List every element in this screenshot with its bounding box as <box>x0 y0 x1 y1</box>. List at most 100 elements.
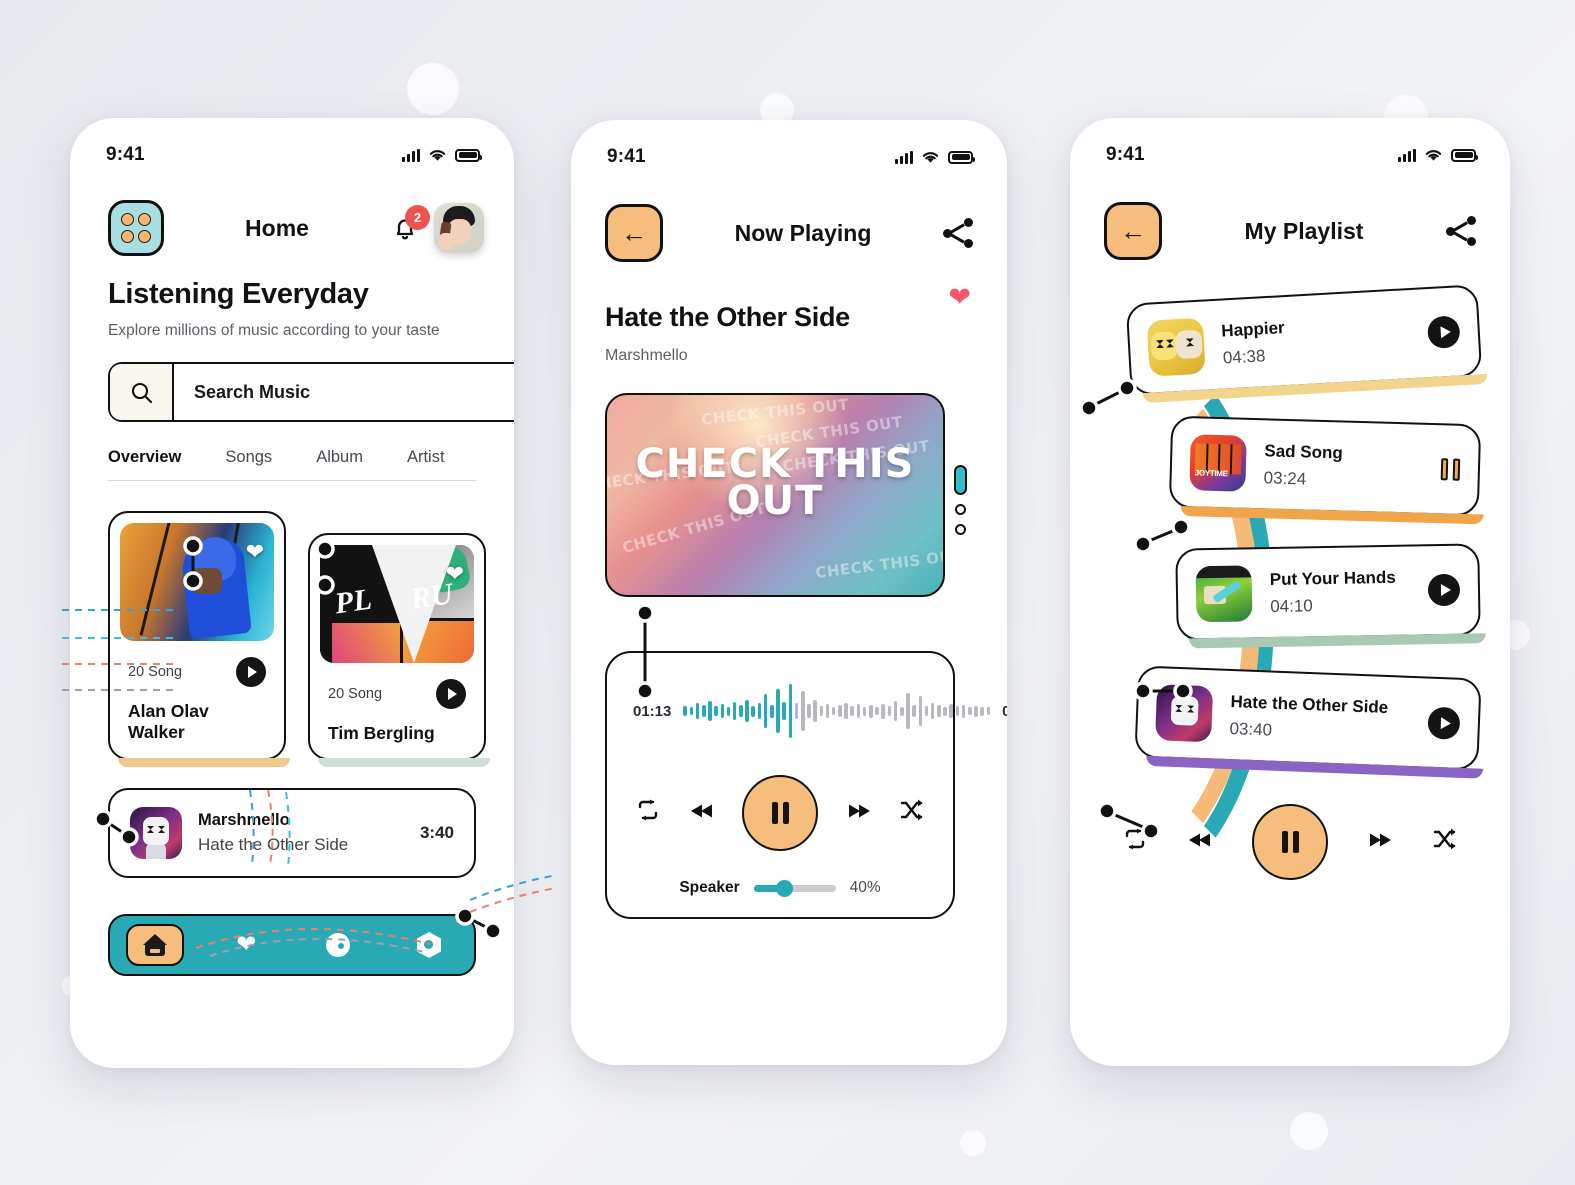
search-input[interactable] <box>174 364 514 420</box>
volume-value: 40% <box>849 879 881 896</box>
playlist-item[interactable]: Happier 04:38 <box>1125 284 1483 396</box>
pause-icon[interactable] <box>1440 458 1461 481</box>
home-header: Home 2 <box>70 166 514 256</box>
indicator-dot[interactable] <box>955 504 966 515</box>
waveform-progress[interactable] <box>683 675 991 747</box>
play-icon[interactable] <box>436 679 466 709</box>
play-icon[interactable] <box>1427 573 1461 607</box>
track-name: Sad Song <box>1264 440 1344 462</box>
search-icon[interactable] <box>110 364 174 420</box>
favorite-heart-icon[interactable]: ❤ <box>246 539 264 565</box>
bg-bubble <box>407 63 459 115</box>
status-bar: 9:41 <box>70 118 514 166</box>
tab-artist[interactable]: Artist <box>407 448 445 480</box>
tab-overview[interactable]: Overview <box>105 448 185 480</box>
bg-bubble <box>1290 1112 1328 1150</box>
shuffle-icon[interactable] <box>899 798 925 828</box>
indicator-active[interactable] <box>954 465 967 495</box>
track-title: Hate the Other Side <box>605 302 850 332</box>
play-icon[interactable] <box>1427 706 1461 740</box>
track-artwork <box>1155 684 1214 743</box>
avatar[interactable] <box>434 203 484 253</box>
settings-hex-icon <box>416 932 441 958</box>
status-icons <box>402 148 482 162</box>
signal-icon <box>895 150 913 164</box>
status-icons <box>1398 148 1478 162</box>
flower-logo-icon[interactable] <box>108 200 164 256</box>
arrow-left-icon: ← <box>621 217 647 248</box>
back-button[interactable]: ← <box>1104 202 1162 260</box>
playlist-player-controls <box>1070 798 1510 880</box>
nav-settings-button[interactable] <box>400 924 458 966</box>
wifi-icon <box>429 150 446 161</box>
tab-album[interactable]: Album <box>316 448 363 480</box>
hero-title: Listening Everyday <box>108 278 369 310</box>
favorite-heart-icon[interactable]: ❤ <box>446 561 464 587</box>
bg-bubble <box>960 1130 986 1156</box>
playlist-item[interactable]: JOYTIME Sad Song 03:24 <box>1168 415 1482 517</box>
home-icon <box>143 934 167 956</box>
category-tabs: Overview Songs Album Artist <box>105 448 476 481</box>
cover-title-line2: OUT <box>726 478 824 524</box>
heart-filled-icon[interactable]: ❤ <box>948 282 971 313</box>
mini-player-artist: Marshmello <box>198 811 290 829</box>
rewind-icon[interactable] <box>689 800 715 826</box>
playlist-list: Happier 04:38 JOYTIME Sad Song 03:24 Put… <box>1070 260 1510 771</box>
wifi-icon <box>1425 150 1442 161</box>
album-card[interactable]: ❤ 20 Song Alan Olav Walker <box>108 511 290 767</box>
pause-button[interactable] <box>1252 804 1328 880</box>
album-cover[interactable]: CHECK THIS OUT CHECK THIS OUT CHECK THIS… <box>605 393 945 597</box>
track-name: Hate the Other Side <box>1230 691 1389 717</box>
track-artist: Marshmello <box>605 347 688 364</box>
playlist-item[interactable]: Put Your Hands 04:10 <box>1175 543 1481 641</box>
battery-icon <box>948 150 975 164</box>
bottom-navigation: ❤ <box>108 914 479 982</box>
hero-subtitle: Explore millions of music according to y… <box>108 322 440 339</box>
forward-icon[interactable] <box>846 800 872 826</box>
signal-icon <box>402 148 420 162</box>
back-button[interactable]: ← <box>605 204 663 262</box>
forward-icon[interactable] <box>1367 829 1393 855</box>
phone-screen-home: 9:41 Home 2 Listening Everyday Explore m… <box>70 118 514 1068</box>
album-card[interactable]: PL RU ❤ 20 Song Tim Bergling <box>308 533 490 767</box>
nav-favorites-button[interactable]: ❤ <box>217 924 275 966</box>
album-card-list: ❤ 20 Song Alan Olav Walker PL RU ❤ 20 Son… <box>70 481 514 767</box>
rewind-icon[interactable] <box>1187 829 1213 855</box>
track-artwork: JOYTIME <box>1189 434 1247 492</box>
playlist-item[interactable]: Hate the Other Side 03:40 <box>1134 665 1482 771</box>
tab-songs[interactable]: Songs <box>225 448 272 480</box>
shuffle-icon[interactable] <box>1432 827 1458 857</box>
arrow-left-icon: ← <box>1120 215 1146 246</box>
play-icon[interactable] <box>1426 315 1461 350</box>
volume-slider[interactable] <box>753 879 836 897</box>
nav-home-button[interactable] <box>126 924 184 966</box>
cover-watermark: CHECK THIS OUT <box>814 546 945 582</box>
search-bar[interactable] <box>108 362 514 427</box>
tab-label: Artist <box>406 448 445 466</box>
status-bar: 9:41 <box>571 120 1007 168</box>
nav-library-button[interactable] <box>309 924 367 966</box>
indicator-dot[interactable] <box>955 524 966 535</box>
share-icon[interactable] <box>1446 216 1476 246</box>
play-icon[interactable] <box>236 657 266 687</box>
repeat-icon[interactable] <box>635 798 661 828</box>
tab-label: Album <box>316 448 363 466</box>
phone-screen-now-playing: 9:41 ← Now Playing Hate the Other Side ❤… <box>571 120 1007 1065</box>
share-icon[interactable] <box>943 218 973 248</box>
pause-button[interactable] <box>742 775 818 851</box>
album-artist-name: Tim Bergling <box>328 723 435 743</box>
current-time: 01:13 <box>633 702 672 720</box>
signal-icon <box>1398 148 1416 162</box>
track-name: Happier <box>1220 317 1286 341</box>
disc-icon <box>325 933 350 957</box>
status-bar: 9:41 <box>1070 118 1510 166</box>
bell-icon[interactable]: 2 <box>390 205 430 244</box>
battery-icon <box>455 148 482 162</box>
mini-player-card[interactable]: Marshmello Hate the Other Side 3:40 <box>108 788 480 885</box>
album-song-count: 20 Song <box>328 686 383 702</box>
track-duration: 04:38 <box>1222 345 1266 368</box>
cover-page-indicator[interactable] <box>954 465 967 535</box>
phone-screen-playlist: 9:41 ← My Playlist Happier 04:38 JOYTIME… <box>1070 118 1510 1066</box>
mini-player-artwork <box>130 807 182 859</box>
repeat-icon[interactable] <box>1122 827 1148 857</box>
